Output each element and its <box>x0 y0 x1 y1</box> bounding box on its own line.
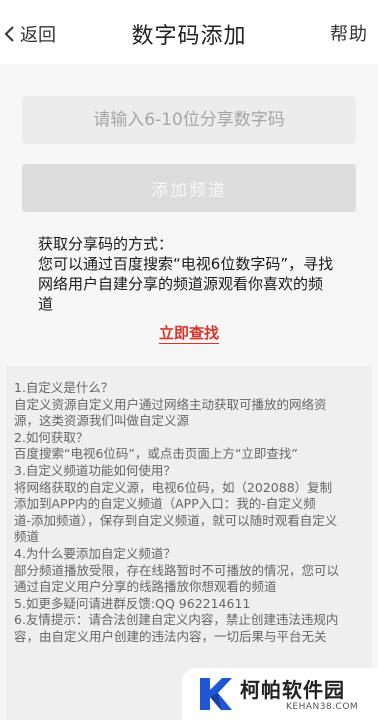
faq-line: 容，由自定义用户创建的违法内容，一切后果与平台无关 <box>14 628 327 644</box>
k-logo-icon <box>196 674 234 718</box>
faq-line: 6.友情提示：请合法创建自定义内容，禁止创建违法违规内 <box>14 612 339 628</box>
faq-line: 1.自定义是什么？ <box>14 380 114 395</box>
page-title: 数字码添加 <box>131 24 247 49</box>
faq-line: 4.为什么要添加自定义频道？ <box>14 545 176 561</box>
faq-line: 将网络获取的自定义源，电视6位码，如（202088）复制 <box>14 479 333 495</box>
site-watermark: 柯帕软件园 KEHAN38.COM <box>182 668 378 720</box>
faq-line: 3.自定义频道功能如何使用？ <box>14 462 176 478</box>
howto-line: 道 <box>38 295 54 313</box>
howto-heading: 获取分享码的方式： <box>38 235 174 253</box>
faq-line: 道-添加频道），保存到自定义频道，就可以随时观看自定义 <box>14 512 338 528</box>
faq-line: 百度搜索“电视6位码”，或点击页面上方“立即查找” <box>14 446 298 462</box>
watermark-name: 柯帕软件园 <box>240 678 345 702</box>
watermark-url: KEHAN38.COM <box>286 702 359 712</box>
faq-line: 频道 <box>14 529 40 545</box>
faq-line: 自定义资源自定义用户通过网络主动获取可播放的网络资 <box>14 396 327 412</box>
top-nav-bar: 返回 数字码添加 帮助 <box>0 0 378 64</box>
faq-line: 添加到APP内的自定义频道（APP入口：我的-自定义频 <box>14 496 316 512</box>
faq-panel: 1.自定义是什么？ 自定义资源自定义用户通过网络主动获取可播放的网络资 源，这类… <box>6 366 372 720</box>
howto-line: 您可以通过百度搜索“电视6位数字码”，寻找 <box>38 255 334 273</box>
find-now-link[interactable]: 立即查找 <box>158 324 219 344</box>
share-code-input[interactable] <box>22 96 356 144</box>
help-link[interactable]: 帮助 <box>330 20 368 46</box>
howto-line: 网络用户自建分享的频道源观看你喜欢的频 <box>38 275 324 293</box>
howto-text: 获取分享码的方式： 您可以通过百度搜索“电视6位数字码”，寻找 网络用户自建分享… <box>38 234 348 314</box>
find-now-link-row: 立即查找 <box>0 322 378 344</box>
faq-text: 1.自定义是什么？ 自定义资源自定义用户通过网络主动获取可播放的网络资 源，这类… <box>14 380 364 646</box>
faq-line: 通过自定义用户分享的线路播放你想观看的频道 <box>14 579 277 595</box>
add-channel-button[interactable]: 添加频道 <box>22 164 356 212</box>
faq-line: 2.如何获取？ <box>14 429 89 445</box>
faq-line: 源，这类资源我们叫做自定义源 <box>14 413 190 429</box>
faq-line: 5.如更多疑问请进群反馈:QQ 962214611 <box>14 595 251 611</box>
faq-line: 部分频道播放受限，存在线路暂时不可播放的情况，您可以 <box>14 562 340 578</box>
